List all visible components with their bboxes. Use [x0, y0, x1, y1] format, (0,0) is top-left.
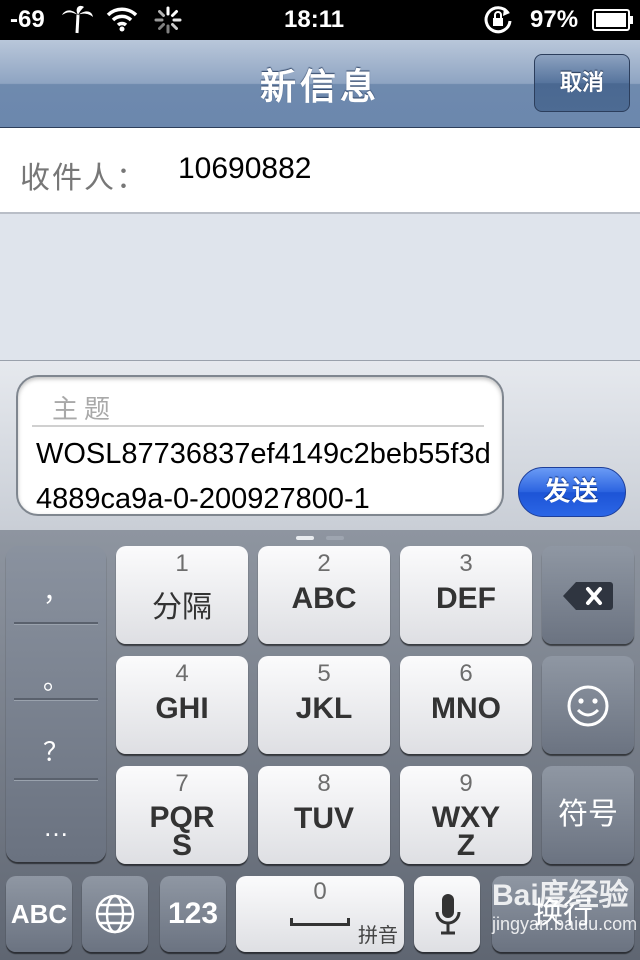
- key-label: WXYZ: [431, 801, 501, 862]
- message-thread-area: [0, 214, 640, 360]
- symbols-key[interactable]: 符号: [542, 766, 634, 864]
- rotation-lock-icon: [482, 5, 514, 40]
- key-4[interactable]: 4 GHI: [116, 656, 248, 754]
- activity-spinner-icon: [154, 6, 182, 39]
- key-number: 3: [459, 550, 473, 577]
- punct-comma-key[interactable]: ，: [6, 572, 106, 609]
- globe-key[interactable]: [82, 876, 148, 952]
- watermark-url: jingyan.baidu.com: [492, 914, 638, 934]
- navigation-bar: 新信息 取消: [0, 40, 640, 128]
- key-number: 2: [317, 550, 331, 577]
- compose-bar: 主题 WOSL87736837ef4149c2beb55f3d4889ca9a-…: [0, 360, 640, 530]
- battery-icon: [592, 9, 634, 36]
- delete-icon: [562, 580, 614, 617]
- divider: [14, 778, 98, 781]
- key-label: 分隔: [152, 591, 212, 624]
- clock: 18:11: [284, 6, 345, 33]
- key-6[interactable]: 6 MNO: [400, 656, 532, 754]
- key-9[interactable]: 9 WXYZ: [400, 766, 532, 864]
- key-3[interactable]: 3 DEF: [400, 546, 532, 644]
- palm-tree-icon: [60, 3, 94, 40]
- key-label: TUV: [294, 802, 354, 835]
- key-number: 7: [175, 770, 189, 797]
- abc-key[interactable]: ABC: [6, 876, 72, 952]
- key-number: 6: [459, 660, 473, 687]
- key-number: 5: [317, 660, 331, 687]
- emoji-key[interactable]: [542, 656, 634, 754]
- punct-question-key[interactable]: ？: [6, 732, 106, 769]
- watermark-brand: Bai度经验: [492, 879, 629, 912]
- watermark: Bai度经验 jingyan.baidu.com: [492, 878, 637, 934]
- message-body[interactable]: WOSL87736837ef4149c2beb55f3d4889ca9a-0-2…: [36, 432, 492, 514]
- punct-ellipsis-key[interactable]: …: [6, 812, 106, 843]
- punct-period-key[interactable]: 。: [6, 660, 106, 697]
- send-button[interactable]: 发送: [518, 467, 626, 517]
- recipient-field[interactable]: 收件人： 10690882: [0, 128, 640, 214]
- space-bar-icon: [290, 918, 350, 926]
- subject-divider: [32, 425, 484, 427]
- key-label: PQRS: [149, 801, 215, 862]
- smiley-icon: [566, 684, 610, 733]
- backspace-key[interactable]: [542, 546, 634, 644]
- space-key-label: 拼音: [358, 925, 398, 947]
- recipient-value[interactable]: 10690882: [178, 152, 311, 186]
- key-label: GHI: [155, 692, 209, 725]
- punctuation-column[interactable]: ， 。 ？ …: [6, 546, 106, 862]
- key-label: JKL: [295, 692, 353, 725]
- key-8[interactable]: 8 TUV: [258, 766, 390, 864]
- key-label: DEF: [436, 582, 496, 615]
- message-input[interactable]: 主题 WOSL87736837ef4149c2beb55f3d4889ca9a-…: [16, 375, 504, 516]
- status-bar: -69 18:11 97%: [0, 0, 640, 40]
- globe-icon: [94, 893, 136, 940]
- battery-percent: 97%: [530, 6, 579, 33]
- numbers-key[interactable]: 123: [160, 876, 226, 952]
- key-label: ABC: [291, 582, 357, 615]
- dictation-key[interactable]: [414, 876, 480, 952]
- microphone-icon: [434, 892, 462, 941]
- key-number: 9: [459, 770, 473, 797]
- key-number: 0: [313, 878, 327, 905]
- key-number: 4: [175, 660, 189, 687]
- space-key[interactable]: 0 拼音: [236, 876, 404, 952]
- key-7[interactable]: 7 PQRS: [116, 766, 248, 864]
- subject-placeholder[interactable]: 主题: [52, 389, 116, 426]
- wifi-icon: [106, 6, 138, 37]
- divider: [14, 622, 98, 625]
- divider: [14, 698, 98, 701]
- signal-strength: -69: [10, 6, 45, 33]
- keyboard-page-indicator-2: [326, 536, 344, 540]
- key-label: MNO: [431, 692, 501, 725]
- key-number: 8: [317, 770, 331, 797]
- cancel-button[interactable]: 取消: [534, 54, 630, 112]
- keyboard-page-indicator: [296, 536, 314, 540]
- key-2[interactable]: 2 ABC: [258, 546, 390, 644]
- recipient-label: 收件人：: [20, 161, 148, 196]
- key-1[interactable]: 1 分隔: [116, 546, 248, 644]
- key-number: 1: [175, 550, 189, 577]
- key-5[interactable]: 5 JKL: [258, 656, 390, 754]
